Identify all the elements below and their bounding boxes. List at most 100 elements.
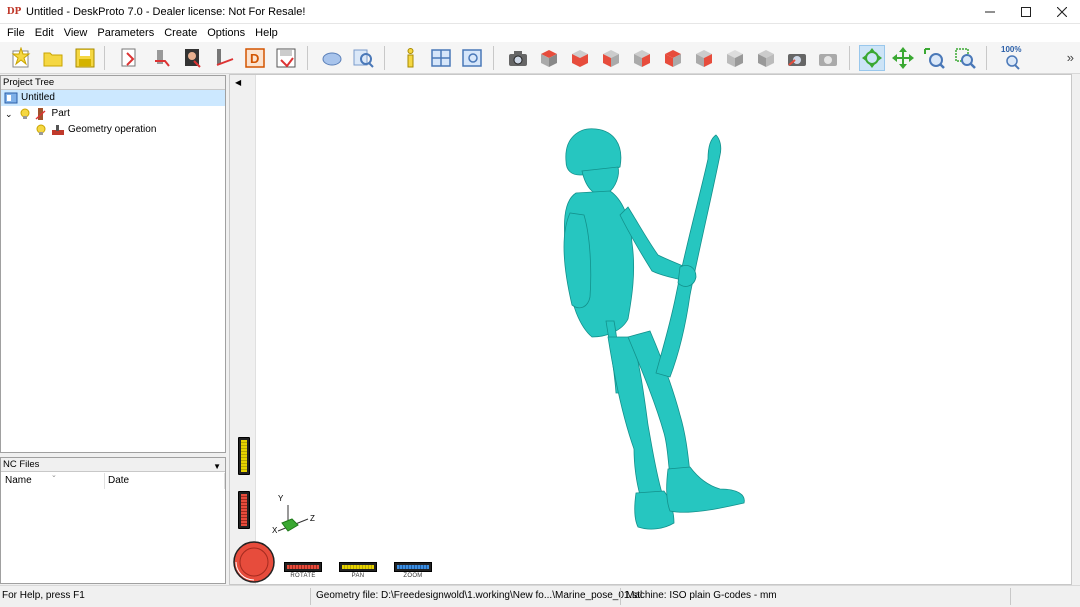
layout-grid-icon xyxy=(431,49,451,67)
part-parameters-button[interactable] xyxy=(149,45,175,71)
project-tree-pane: Project Tree Untitled ⌄ Part Geometry op… xyxy=(0,75,226,453)
toolbar-overflow-button[interactable]: » xyxy=(1067,50,1074,65)
status-divider xyxy=(310,588,311,605)
tree-item-label: Geometry operation xyxy=(68,124,157,135)
window-zoom-button[interactable] xyxy=(459,45,485,71)
tree-item-part[interactable]: ⌄ Part xyxy=(5,106,70,122)
pan-mode-button[interactable] xyxy=(890,45,916,71)
rotate-arrows-icon xyxy=(862,48,882,68)
view-front-button[interactable] xyxy=(567,45,593,71)
zoom-horizontal-slider[interactable] xyxy=(394,562,432,572)
rotate-mode-button[interactable] xyxy=(859,45,885,71)
maximize-button[interactable] xyxy=(1008,0,1044,24)
toolbar: D 100% » xyxy=(0,42,1080,74)
zoom-100-button[interactable]: 100% xyxy=(998,45,1028,71)
view-cube-left-icon xyxy=(603,50,619,67)
operation-parameters-button[interactable] xyxy=(180,45,206,71)
layout-button[interactable] xyxy=(428,45,454,71)
pan-vertical-slider[interactable] xyxy=(238,437,250,475)
view-bottom-button[interactable] xyxy=(691,45,717,71)
write-nc-button[interactable] xyxy=(273,45,299,71)
view-cube-back-icon xyxy=(665,50,681,67)
view-cube-bottom-icon xyxy=(696,50,712,67)
simulation-icon xyxy=(322,52,342,66)
info-button[interactable] xyxy=(397,45,423,71)
cutter-button[interactable] xyxy=(211,45,237,71)
deskproto-button[interactable]: D xyxy=(242,45,268,71)
tree-item-project[interactable]: Untitled xyxy=(1,90,225,106)
menu-options[interactable]: Options xyxy=(202,24,250,42)
close-button[interactable] xyxy=(1044,0,1080,24)
status-divider xyxy=(1010,588,1011,605)
toolbar-separator xyxy=(849,46,850,70)
toolbar-separator xyxy=(384,46,385,70)
nc-files-pane: NC Files ▼ Name Date ⌄ xyxy=(0,457,226,584)
zoom-label: ZOOM xyxy=(403,573,423,579)
nc-files-dropdown-icon[interactable]: ▼ xyxy=(213,460,221,474)
zoom-magnifier-icon xyxy=(924,48,945,69)
zoom-mode-button[interactable] xyxy=(921,45,947,71)
deskproto-window: DP Untitled - DeskProto 7.0 - Dealer lic… xyxy=(0,0,1080,607)
view-cube-top-icon xyxy=(541,50,557,67)
screenshot-button[interactable] xyxy=(505,45,531,71)
zoom-100-label: 100% xyxy=(1001,45,1022,54)
camera-store-icon xyxy=(819,54,837,66)
rotate-wheel-icon[interactable] xyxy=(232,540,276,584)
chevron-down-icon: ⌄ xyxy=(5,109,13,119)
rotate-vertical-slider[interactable] xyxy=(238,491,250,529)
axis-x-label: X xyxy=(272,526,278,535)
part-icon xyxy=(35,108,46,120)
zoom-window-button[interactable] xyxy=(952,45,978,71)
open-project-button[interactable] xyxy=(40,45,66,71)
tree-item-geometry-operation[interactable]: Geometry operation xyxy=(35,122,156,138)
menu-create[interactable]: Create xyxy=(159,24,202,42)
toolbar-separator xyxy=(104,46,105,70)
view-back-button[interactable] xyxy=(660,45,686,71)
menu-edit[interactable]: Edit xyxy=(30,24,59,42)
load-geometry-icon xyxy=(121,48,136,67)
window-title: Untitled - DeskProto 7.0 - Dealer licens… xyxy=(26,5,306,18)
lightbulb-icon xyxy=(20,108,30,119)
title-bar: DP Untitled - DeskProto 7.0 - Dealer lic… xyxy=(0,0,1080,24)
view-right-button[interactable] xyxy=(629,45,655,71)
menu-file[interactable]: File xyxy=(2,24,30,42)
svg-text:D: D xyxy=(250,51,259,66)
menu-view[interactable]: View xyxy=(59,24,93,42)
menu-help[interactable]: Help xyxy=(250,24,283,42)
status-geometry-file: Geometry file: D:\Freedesignwold\1.worki… xyxy=(316,590,643,601)
status-machine: Machine: ISO plain G-codes - mm xyxy=(626,590,777,601)
menu-parameters[interactable]: Parameters xyxy=(92,24,159,42)
minimize-button[interactable] xyxy=(972,0,1008,24)
tree-item-label: Untitled xyxy=(21,92,55,103)
preview-button[interactable] xyxy=(350,45,376,71)
pan-horizontal-slider[interactable] xyxy=(339,562,377,572)
3d-viewport[interactable]: ◀ Y Z X xyxy=(229,74,1072,585)
maximize-icon xyxy=(1021,7,1031,17)
pan-label: PAN xyxy=(351,573,365,579)
save-project-button[interactable] xyxy=(72,45,98,71)
rotate-label: ROTATE xyxy=(290,573,316,579)
view-cube-right-icon xyxy=(634,50,650,67)
save-disk-icon xyxy=(75,48,95,68)
view-iso-button[interactable] xyxy=(722,45,748,71)
view-iso-alt-button[interactable] xyxy=(753,45,779,71)
rotate-horizontal-slider[interactable] xyxy=(284,562,322,572)
toolbar-separator xyxy=(986,46,987,70)
simulation-button[interactable] xyxy=(319,45,345,71)
zoom-100-icon: 100% xyxy=(999,45,1027,71)
view-left-button[interactable] xyxy=(598,45,624,71)
column-header-date[interactable]: Date xyxy=(105,473,225,489)
tree-item-label: Part xyxy=(51,108,70,119)
minimize-icon xyxy=(985,11,995,13)
store-view-button[interactable] xyxy=(815,45,841,71)
nc-files-header: NC Files ▼ xyxy=(1,458,225,472)
view-top-button[interactable] xyxy=(536,45,562,71)
window-controls xyxy=(972,0,1080,24)
load-geometry-button[interactable] xyxy=(117,45,143,71)
preview-magnifier-icon xyxy=(353,49,374,68)
new-project-button[interactable] xyxy=(8,45,34,71)
restore-view-button[interactable] xyxy=(784,45,810,71)
write-nc-icon xyxy=(276,48,296,68)
toolbar-separator xyxy=(493,46,494,70)
menu-bar: File Edit View Parameters Create Options… xyxy=(0,24,1080,42)
